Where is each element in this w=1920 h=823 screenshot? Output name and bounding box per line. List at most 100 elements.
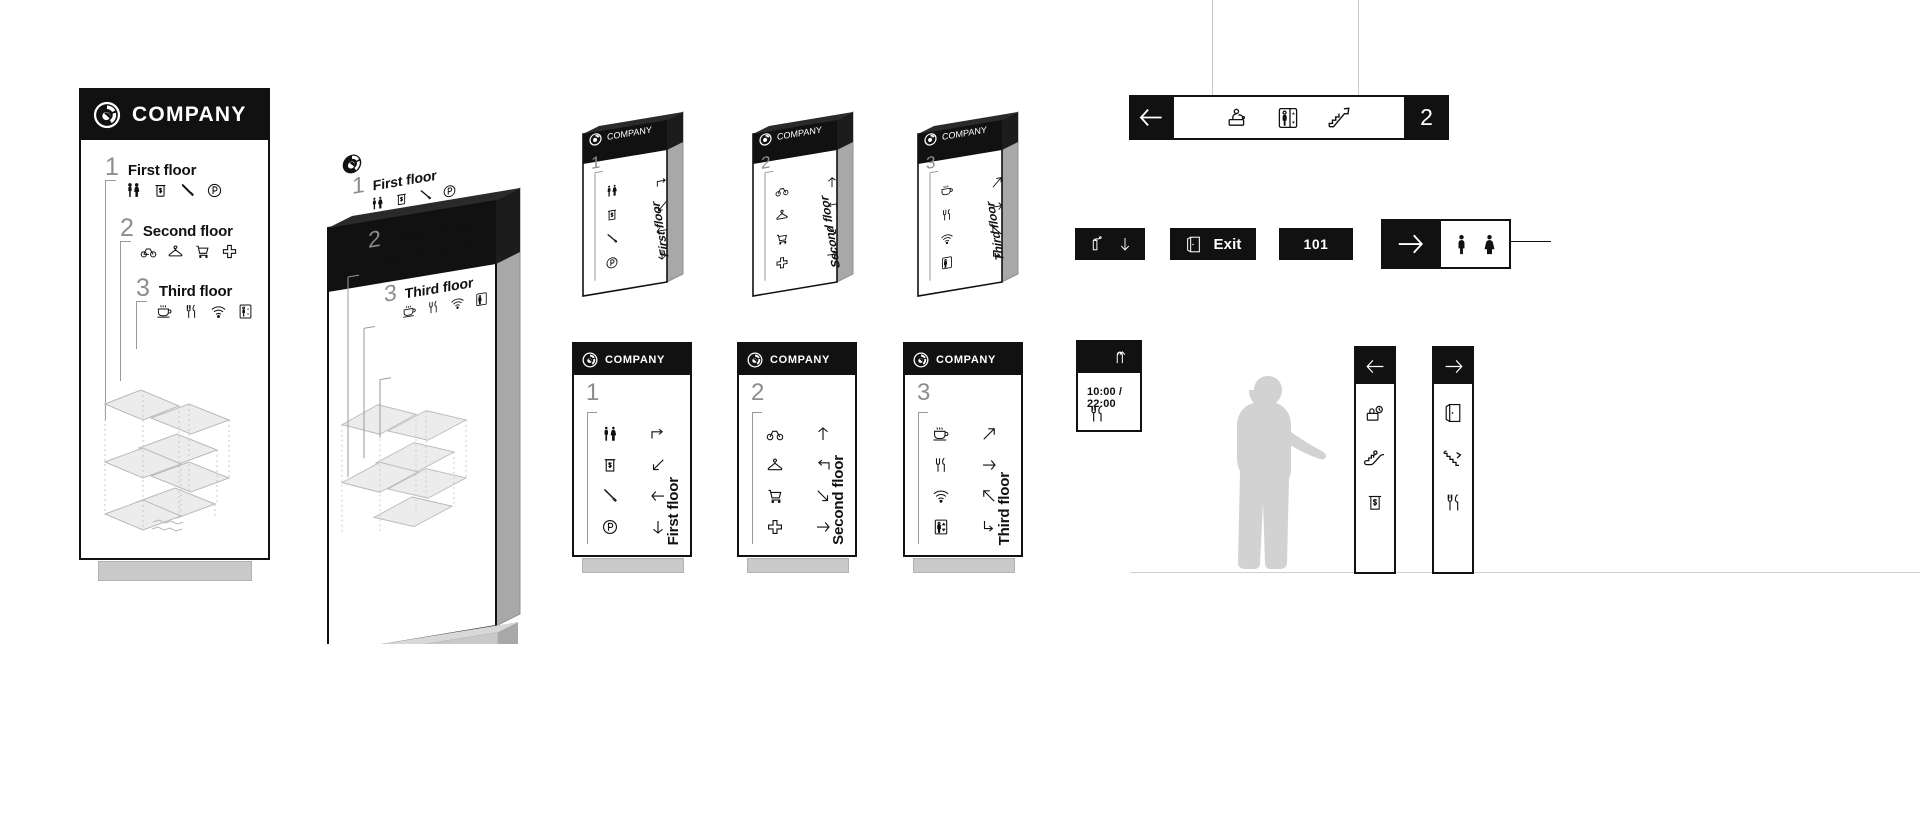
bicycle-icon xyxy=(386,248,401,266)
brand-name: COMPANY xyxy=(942,124,987,142)
pylon-icon-stack-left xyxy=(1356,388,1394,512)
restroom-icon-cell xyxy=(1439,219,1511,269)
fire-extinguisher-sign[interactable] xyxy=(1075,228,1145,260)
leader-tick-3 xyxy=(136,301,147,302)
cutlery-icon xyxy=(932,456,950,474)
cutlery-icon xyxy=(426,298,441,316)
coffee-cup-icon xyxy=(932,425,950,443)
leader-tick-1 xyxy=(105,180,116,181)
restroom-directional-sign[interactable] xyxy=(1381,219,1551,269)
pylon-floor-number-1: 1 xyxy=(586,379,600,406)
overhead-icon-cell xyxy=(1174,95,1404,140)
floor-name: First floor xyxy=(127,162,197,179)
floor-number: 2 xyxy=(120,214,134,242)
pylon-arrow-band-right xyxy=(1434,348,1472,384)
floor-pylon-flat-2[interactable]: COMPANY 2 Second floor xyxy=(737,342,857,557)
pylon-header-1: COMPANY xyxy=(574,344,690,375)
coffee-cup-icon xyxy=(940,183,954,199)
pylon-floor-name-3: Third floor xyxy=(996,471,1013,545)
floor-pylon-iso-3[interactable]: COMPANY 3 Third floor xyxy=(910,84,1035,299)
arrow-right-icon xyxy=(1395,229,1425,259)
arrow-right-icon xyxy=(1443,356,1464,377)
restaurant-icon-row xyxy=(1087,404,1107,429)
restroom-sign-bracket xyxy=(1511,241,1551,242)
clothes-hanger-icon xyxy=(775,207,789,223)
pylon-rows-3 xyxy=(932,418,998,542)
arrow-right-turn-icon xyxy=(649,425,667,443)
circular-swirl-logo-icon xyxy=(924,131,937,146)
floor-pylon-iso-1[interactable]: COMPANY 1 First floor xyxy=(575,84,700,299)
floor-number: 1 xyxy=(352,170,365,199)
floor-pylon-flat-1[interactable]: COMPANY 1 First floor xyxy=(572,342,692,557)
vending-machine-icon xyxy=(601,456,619,474)
bicycle-icon xyxy=(766,425,784,443)
exit-sign[interactable]: Exit xyxy=(1170,228,1256,260)
pylon-leader-2 xyxy=(752,412,753,544)
floor-entry-2[interactable]: 2 Second floor xyxy=(120,214,238,260)
leader-line-3 xyxy=(136,301,137,349)
restroom-icon xyxy=(601,425,619,443)
elevator-icon xyxy=(474,290,489,308)
wifi-icon xyxy=(450,294,465,312)
pylon-floor-name-1: First floor xyxy=(665,476,682,545)
directional-pylon-right[interactable] xyxy=(1432,346,1474,574)
clothes-hanger-icon xyxy=(766,456,784,474)
directory-totem-isometric[interactable]: COMPANY 1 First floor 2 Second floor 3 T… xyxy=(318,84,538,679)
overhead-level-label: 2 xyxy=(1420,104,1433,130)
coffee-cup-icon xyxy=(156,303,173,320)
cutlery-icon xyxy=(183,303,200,320)
floor-icon-row xyxy=(156,303,254,320)
pylon-leader-tick-2 xyxy=(752,412,762,413)
fire-extinguisher-icon xyxy=(1087,235,1105,253)
restroom-icon xyxy=(125,182,142,199)
bicycle-icon xyxy=(140,243,157,260)
pylon-leader-tick-3 xyxy=(918,412,928,413)
directional-pylon-left[interactable] xyxy=(1354,346,1396,574)
building-floor-diagram xyxy=(97,362,257,547)
leader-tick-2 xyxy=(120,241,131,242)
elevator-icon xyxy=(940,255,954,271)
pylon-floor-number-3: 3 xyxy=(926,152,936,173)
elevator-icon xyxy=(1276,106,1300,130)
parking-icon xyxy=(601,518,619,536)
arrow-up-icon xyxy=(825,174,839,190)
floor-pylon-flat-3[interactable]: COMPANY 3 Third floor xyxy=(903,342,1023,557)
pylon-leader-1 xyxy=(587,412,588,544)
first-aid-cross-icon xyxy=(458,236,473,254)
pylon-icon-stack-right xyxy=(1434,388,1472,513)
brand-name: COMPANY xyxy=(936,353,997,366)
man-icon xyxy=(1450,233,1473,256)
overhead-level-cell: 2 xyxy=(1404,95,1449,140)
restaurant-arrow-band xyxy=(1078,342,1140,373)
arrow-left-icon xyxy=(1365,356,1386,377)
pylon-floor-number-3: 3 xyxy=(917,379,931,406)
floor-entry-3[interactable]: 3 Third floor xyxy=(136,274,254,320)
floor-entry-1[interactable]: 1 First floor xyxy=(105,155,223,199)
directory-totem-flat[interactable]: COMPANY 1 First floor 2 Second floor 3 T… xyxy=(79,88,270,560)
hanger-cable-right xyxy=(1358,0,1359,96)
escalator-up-icon xyxy=(1326,105,1352,131)
pylon-leader-tick-1 xyxy=(587,412,597,413)
first-aid-cross-icon xyxy=(775,255,789,271)
pylon-rows-1 xyxy=(601,418,667,542)
totem-base-flat xyxy=(98,561,252,581)
pylon-rows-2 xyxy=(766,418,832,542)
overhead-directional-sign[interactable]: 2 xyxy=(1129,95,1449,140)
restroom-arrow-cell[interactable] xyxy=(1381,219,1439,269)
circular-swirl-logo-icon xyxy=(93,101,121,129)
floor-number: 3 xyxy=(136,274,150,302)
overhead-arrow-cell[interactable] xyxy=(1129,95,1174,140)
pylon-floor-number-2: 2 xyxy=(751,379,765,406)
pylon-base-3 xyxy=(913,558,1015,573)
clothes-hanger-icon xyxy=(167,243,184,260)
arrow-up-right-icon xyxy=(980,425,998,443)
room-number-sign[interactable]: 101 xyxy=(1279,228,1353,260)
exit-door-icon xyxy=(1442,402,1464,424)
pylon-base-2 xyxy=(747,558,849,573)
pen-icon xyxy=(601,487,619,505)
person-silhouette xyxy=(1212,368,1332,576)
brand-name: COMPANY xyxy=(770,353,831,366)
restaurant-hours-sign[interactable]: 10:00 / 22:00 xyxy=(1076,340,1142,432)
floor-pylon-iso-2[interactable]: COMPANY 2 Second floor xyxy=(745,84,870,299)
hanger-cable-left xyxy=(1212,0,1213,96)
